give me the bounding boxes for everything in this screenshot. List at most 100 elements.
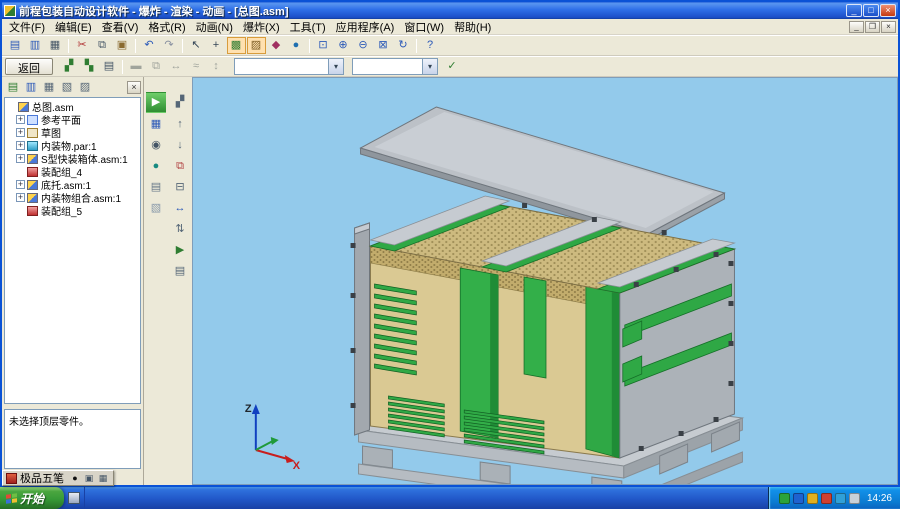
- raise-step-button[interactable]: ↑: [170, 115, 190, 134]
- fit-view-button[interactable]: ⊠: [374, 37, 393, 54]
- show-desktop-icon[interactable]: [68, 492, 80, 504]
- properties-button[interactable]: ▤: [170, 262, 190, 281]
- tray-volume-icon[interactable]: [807, 493, 818, 504]
- color-manager-button[interactable]: ◆: [267, 37, 286, 54]
- 3d-viewport[interactable]: Z X: [192, 77, 898, 485]
- menu-item-6[interactable]: 爆炸(X): [238, 18, 285, 36]
- select-tool-button[interactable]: ↖: [187, 37, 206, 54]
- panel-close-button[interactable]: ×: [127, 81, 141, 94]
- expand-icon[interactable]: +: [16, 128, 25, 137]
- expand-icon[interactable]: +: [16, 115, 25, 124]
- bind-parts-button[interactable]: ⧉: [147, 58, 166, 75]
- spread-parts-button[interactable]: ⇅: [170, 220, 190, 239]
- redo-button[interactable]: ↷: [160, 37, 179, 54]
- configuration-view-button[interactable]: ▥: [23, 80, 40, 95]
- grp-icon: [27, 167, 38, 177]
- move-part-button[interactable]: ↔: [170, 199, 190, 218]
- tree-item[interactable]: 装配组_5: [5, 204, 140, 217]
- camera-button[interactable]: ◉: [146, 136, 166, 155]
- save-button[interactable]: ▥: [26, 37, 45, 54]
- tray-network-icon[interactable]: [793, 493, 804, 504]
- cut-button[interactable]: ✂: [73, 37, 92, 54]
- menu-item-4[interactable]: 格式(R): [143, 18, 190, 36]
- animation-editor-button[interactable]: ▶: [170, 241, 190, 260]
- back-button[interactable]: 返回: [5, 58, 53, 75]
- tray-remove-hardware-icon[interactable]: [849, 493, 860, 504]
- expand-icon[interactable]: +: [16, 180, 25, 189]
- select-tools-button[interactable]: ▨: [77, 80, 94, 95]
- background-button[interactable]: ▧: [146, 199, 166, 218]
- close-button[interactable]: ×: [880, 4, 896, 17]
- modify-distance-button[interactable]: ↕: [207, 58, 226, 75]
- sensor-view-button[interactable]: ▦: [41, 80, 58, 95]
- layers-view-button[interactable]: ▧: [59, 80, 76, 95]
- explode-steps-button[interactable]: ▞: [170, 92, 190, 113]
- pan-tool-button[interactable]: +: [207, 37, 226, 54]
- 3d-model-canvas[interactable]: Z X: [193, 78, 897, 484]
- tray-update-icon[interactable]: [821, 493, 832, 504]
- menu-item-3[interactable]: 查看(V): [97, 18, 144, 36]
- menu-item-2[interactable]: 编辑(E): [50, 18, 97, 36]
- menu-item-10[interactable]: 帮助(H): [449, 18, 496, 36]
- menu-bar: 文件(F)编辑(E)查看(V)格式(R)动画(N)爆炸(X)工具(T)应用程序(…: [2, 19, 898, 35]
- expand-icon[interactable]: +: [16, 141, 25, 150]
- shading-mode-button[interactable]: ●: [146, 157, 166, 176]
- start-button[interactable]: 开始: [0, 487, 64, 509]
- panel-splitter[interactable]: [3, 405, 142, 408]
- named-views-button[interactable]: ▦: [146, 115, 166, 134]
- zoom-in-button[interactable]: ⊕: [334, 37, 353, 54]
- menu-item-1[interactable]: 文件(F): [4, 18, 50, 36]
- menu-item-9[interactable]: 窗口(W): [399, 18, 449, 36]
- menu-item-5[interactable]: 动画(N): [191, 18, 238, 36]
- ungroup-parts-button[interactable]: ⊟: [170, 178, 190, 197]
- ime-mode-button[interactable]: ●: [68, 472, 82, 485]
- explode-distance-combo[interactable]: ▾: [352, 58, 438, 75]
- rotate-view-button[interactable]: ↻: [394, 37, 413, 54]
- drag-component-button[interactable]: ↔: [167, 58, 186, 75]
- ime-logo-icon[interactable]: [6, 473, 17, 484]
- mdi-restore-button[interactable]: ❐: [865, 21, 880, 33]
- material-table-button[interactable]: ●: [287, 37, 306, 54]
- chevron-down-icon[interactable]: ▾: [422, 59, 437, 74]
- tree-item[interactable]: +参考平面: [5, 113, 140, 126]
- tray-ime-icon[interactable]: [835, 493, 846, 504]
- new-document-button[interactable]: ▤: [6, 37, 25, 54]
- accept-button[interactable]: ✓: [443, 58, 462, 75]
- ime-settings-button[interactable]: ▦: [96, 472, 110, 485]
- tray-antivirus-icon[interactable]: [779, 493, 790, 504]
- zoom-out-button[interactable]: ⊖: [354, 37, 373, 54]
- explode-event-combo[interactable]: ▾: [234, 58, 344, 75]
- menu-item-7[interactable]: 工具(T): [285, 18, 331, 36]
- pan-tool-icon: +: [213, 40, 219, 51]
- shaded-view-button[interactable]: ▩: [227, 37, 246, 54]
- left-side-panel[interactable]: [355, 223, 370, 435]
- group-parts-button[interactable]: ⧉: [170, 157, 190, 176]
- chevron-down-icon[interactable]: ▾: [328, 59, 343, 74]
- undo-button[interactable]: ↶: [140, 37, 159, 54]
- menu-item-8[interactable]: 应用程序(A): [331, 18, 400, 36]
- explode-config-button[interactable]: ▞: [60, 58, 79, 75]
- expand-icon[interactable]: +: [16, 193, 25, 202]
- background-icon: ▧: [151, 203, 161, 214]
- print-button[interactable]: ▦: [46, 37, 65, 54]
- zoom-area-button[interactable]: ⊡: [314, 37, 333, 54]
- help-pointer-button[interactable]: ?: [421, 37, 440, 54]
- auto-explode-button[interactable]: ▚: [80, 58, 99, 75]
- flow-line-button[interactable]: ≈: [187, 58, 206, 75]
- copy-button[interactable]: ⧉: [93, 37, 112, 54]
- visible-edges-button[interactable]: ▤: [146, 178, 166, 197]
- unexplode-button[interactable]: ▬: [127, 58, 146, 75]
- hierarchy-view-button[interactable]: ▤: [5, 80, 22, 95]
- return-tool-button[interactable]: ▶: [146, 92, 166, 113]
- ime-keyboard-button[interactable]: ▣: [82, 472, 96, 485]
- lower-step-button[interactable]: ↓: [170, 136, 190, 155]
- minimize-button[interactable]: _: [846, 4, 862, 17]
- expand-icon[interactable]: +: [16, 154, 25, 163]
- wireframe-view-button[interactable]: ▨: [247, 37, 266, 54]
- explode-options-button[interactable]: ▤: [100, 58, 119, 75]
- configuration-view-icon: ▥: [26, 82, 36, 93]
- maximize-button[interactable]: □: [863, 4, 879, 17]
- mdi-minimize-button[interactable]: _: [849, 21, 864, 33]
- paste-button[interactable]: ▣: [113, 37, 132, 54]
- mdi-close-button[interactable]: ×: [881, 21, 896, 33]
